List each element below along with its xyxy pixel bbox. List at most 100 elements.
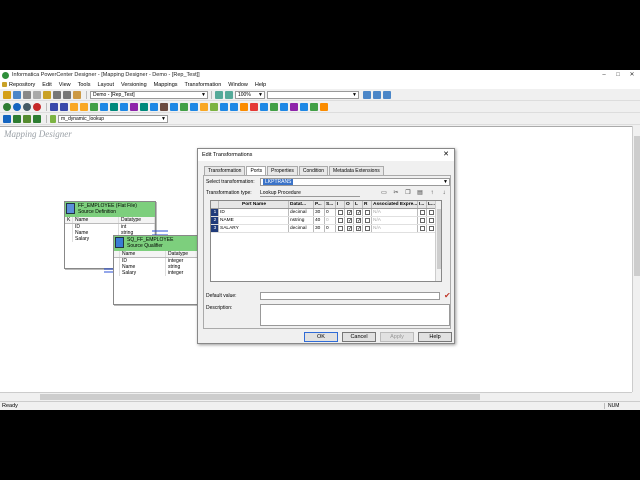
router-icon[interactable] (120, 103, 128, 111)
return-checkbox[interactable] (365, 210, 370, 215)
scrollbar-thumb[interactable] (40, 394, 480, 400)
table-row[interactable]: 3 SALARY decimal 30 0 ✓ ✓ N/A (211, 225, 441, 233)
return-checkbox[interactable] (365, 226, 370, 231)
identity-icon[interactable] (310, 103, 318, 111)
copy-icon[interactable] (33, 91, 41, 99)
dialog-close-icon[interactable]: ✕ (443, 150, 449, 158)
description-textarea[interactable] (260, 304, 450, 326)
undo-icon[interactable] (53, 91, 61, 99)
dependency-icon[interactable] (23, 115, 31, 123)
save-icon[interactable] (13, 91, 21, 99)
workspace-vertical-scrollbar[interactable] (632, 126, 640, 392)
zoom-in-icon[interactable] (215, 91, 223, 99)
scrollbar-thumb[interactable] (634, 136, 640, 276)
transaction-control-icon[interactable] (210, 103, 218, 111)
debug-icon[interactable] (13, 103, 21, 111)
mapplet-input-icon[interactable] (220, 103, 228, 111)
output-checkbox[interactable]: ✓ (347, 210, 352, 216)
menu-layout[interactable]: Layout (97, 82, 114, 88)
external-procedure-icon[interactable] (320, 103, 328, 111)
arrange-icon[interactable] (363, 91, 371, 99)
validate-checkmark-icon[interactable]: ✔ (444, 291, 451, 300)
cancel-button[interactable]: Cancel (342, 332, 376, 342)
expression-icon[interactable] (70, 103, 78, 111)
zoom-combo[interactable]: 100% ▼ (235, 91, 265, 99)
ignore-checkbox[interactable] (420, 218, 425, 223)
aggregator-icon[interactable] (90, 103, 98, 111)
source-icon[interactable] (50, 103, 58, 111)
tab-properties[interactable]: Properties (267, 166, 298, 175)
update-strategy-icon[interactable] (180, 103, 188, 111)
output-checkbox[interactable]: ✓ (347, 218, 352, 224)
ok-button[interactable]: OK (304, 332, 338, 342)
cancel-icon[interactable] (33, 103, 41, 111)
menu-edit[interactable]: Edit (42, 82, 51, 88)
move-up-icon[interactable]: ↑ (428, 189, 436, 197)
mapplet-output-icon[interactable] (230, 103, 238, 111)
link-icon[interactable] (3, 115, 11, 123)
ignore-checkbox[interactable] (420, 226, 425, 231)
tab-condition[interactable]: Condition (298, 166, 329, 175)
source-qualifier-header[interactable]: SQ_FF_EMPLOYEE Source Qualifier (114, 236, 198, 251)
menu-tools[interactable]: Tools (78, 82, 91, 88)
sort-checkbox[interactable] (429, 210, 434, 215)
sequence-icon[interactable] (170, 103, 178, 111)
propagate-icon[interactable] (13, 115, 21, 123)
table-row[interactable]: 2 NAME nstring 40 0 ✓ ✓ N/A (211, 217, 441, 225)
paste-port-icon[interactable]: ▤ (416, 189, 424, 197)
compare-icon[interactable] (33, 115, 41, 123)
tab-metadata-extensions[interactable]: Metadata Extensions (329, 166, 384, 175)
scrollbar-thumb[interactable] (437, 209, 441, 269)
target-icon[interactable] (60, 103, 68, 111)
input-checkbox[interactable] (338, 226, 343, 231)
menu-window[interactable]: Window (228, 82, 248, 88)
copy-port-icon[interactable]: ❐ (404, 189, 412, 197)
close-button[interactable]: ✕ (624, 70, 640, 80)
data-masking-icon[interactable] (290, 103, 298, 111)
lookup-checkbox[interactable]: ✓ (356, 218, 361, 224)
menu-help[interactable]: Help (255, 82, 266, 88)
table-row[interactable]: Salary integer (114, 270, 198, 276)
table-row[interactable]: 1 ID decimal 30 0 ✓ ✓ N/A (211, 209, 441, 217)
move-down-icon[interactable]: ↓ (440, 189, 448, 197)
lookup-checkbox[interactable]: ✓ (356, 226, 361, 232)
xml-icon[interactable] (200, 103, 208, 111)
toolbar-empty-combo[interactable]: ▼ (267, 91, 359, 99)
return-checkbox[interactable] (365, 218, 370, 223)
menu-repository[interactable]: Repository (2, 82, 35, 88)
web-service-icon[interactable] (280, 103, 288, 111)
cut-icon[interactable] (23, 91, 31, 99)
menu-view[interactable]: View (59, 82, 71, 88)
redo-icon[interactable] (63, 91, 71, 99)
menu-mappings[interactable]: Mappings (154, 82, 178, 88)
sql-icon[interactable] (260, 103, 268, 111)
filter-icon[interactable] (80, 103, 88, 111)
sorter-icon[interactable] (130, 103, 138, 111)
normalizer-icon[interactable] (160, 103, 168, 111)
source-definition-header[interactable]: FF_EMPLOYEE (Flat File) Source Definitio… (65, 202, 155, 217)
layout-icon[interactable] (383, 91, 391, 99)
source-qualifier-box[interactable]: SQ_FF_EMPLOYEE Source Qualifier Name Dat… (113, 235, 199, 305)
folder-combo[interactable]: Demo - [Rep_Test] ▼ (90, 91, 208, 99)
paste-icon[interactable] (43, 91, 51, 99)
find-icon[interactable] (73, 91, 81, 99)
sort-checkbox[interactable] (429, 226, 434, 231)
sort-checkbox[interactable] (429, 218, 434, 223)
input-checkbox[interactable] (338, 218, 343, 223)
ignore-checkbox[interactable] (420, 210, 425, 215)
apply-button[interactable]: Apply (380, 332, 414, 342)
help-button[interactable]: Help (418, 332, 452, 342)
lookup-icon[interactable] (100, 103, 108, 111)
stop-icon[interactable] (23, 103, 31, 111)
lookup-checkbox[interactable]: ✓ (356, 210, 361, 216)
zoom-out-icon[interactable] (225, 91, 233, 99)
tab-transformation[interactable]: Transformation (204, 166, 246, 175)
cut-port-icon[interactable]: ✂ (392, 189, 400, 197)
select-transformation-dropdown[interactable]: LKPTRANS ▼ (260, 178, 450, 186)
rank-icon[interactable] (140, 103, 148, 111)
workspace-horizontal-scrollbar[interactable] (0, 392, 632, 400)
menu-transformation[interactable]: Transformation (185, 82, 222, 88)
validate-icon[interactable] (3, 103, 11, 111)
menu-versioning[interactable]: Versioning (121, 82, 147, 88)
input-checkbox[interactable] (338, 210, 343, 215)
